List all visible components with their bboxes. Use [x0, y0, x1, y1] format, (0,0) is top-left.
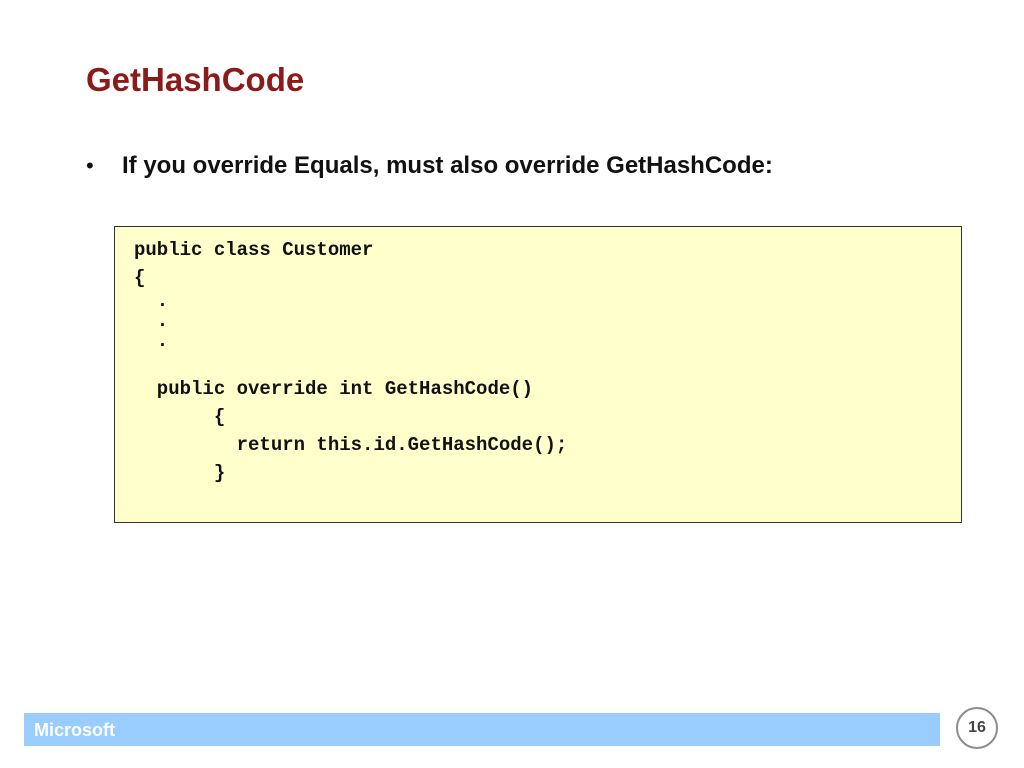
code-block: public class Customer { . . . public ove… [114, 226, 962, 523]
code-line: } [134, 462, 226, 484]
footer-bar: Microsoft [24, 713, 940, 746]
slide-title: GetHashCode [86, 61, 305, 98]
code-line: public override int GetHashCode() [134, 378, 534, 400]
code-line: return this.id.GetHashCode(); [134, 434, 568, 456]
page-number-badge: 16 [956, 707, 998, 749]
bullet-symbol: • [86, 153, 94, 178]
page-number: 16 [968, 719, 986, 736]
code-line: { [134, 267, 146, 289]
bullet-item: • If you override Equals, must also over… [86, 150, 773, 182]
code-line: { [134, 406, 226, 428]
code-line: public class Customer [134, 239, 374, 261]
footer-brand-label: Microsoft [34, 720, 115, 740]
bullet-text: If you override Equals, must also overri… [122, 152, 773, 179]
code-line: . [134, 330, 169, 352]
